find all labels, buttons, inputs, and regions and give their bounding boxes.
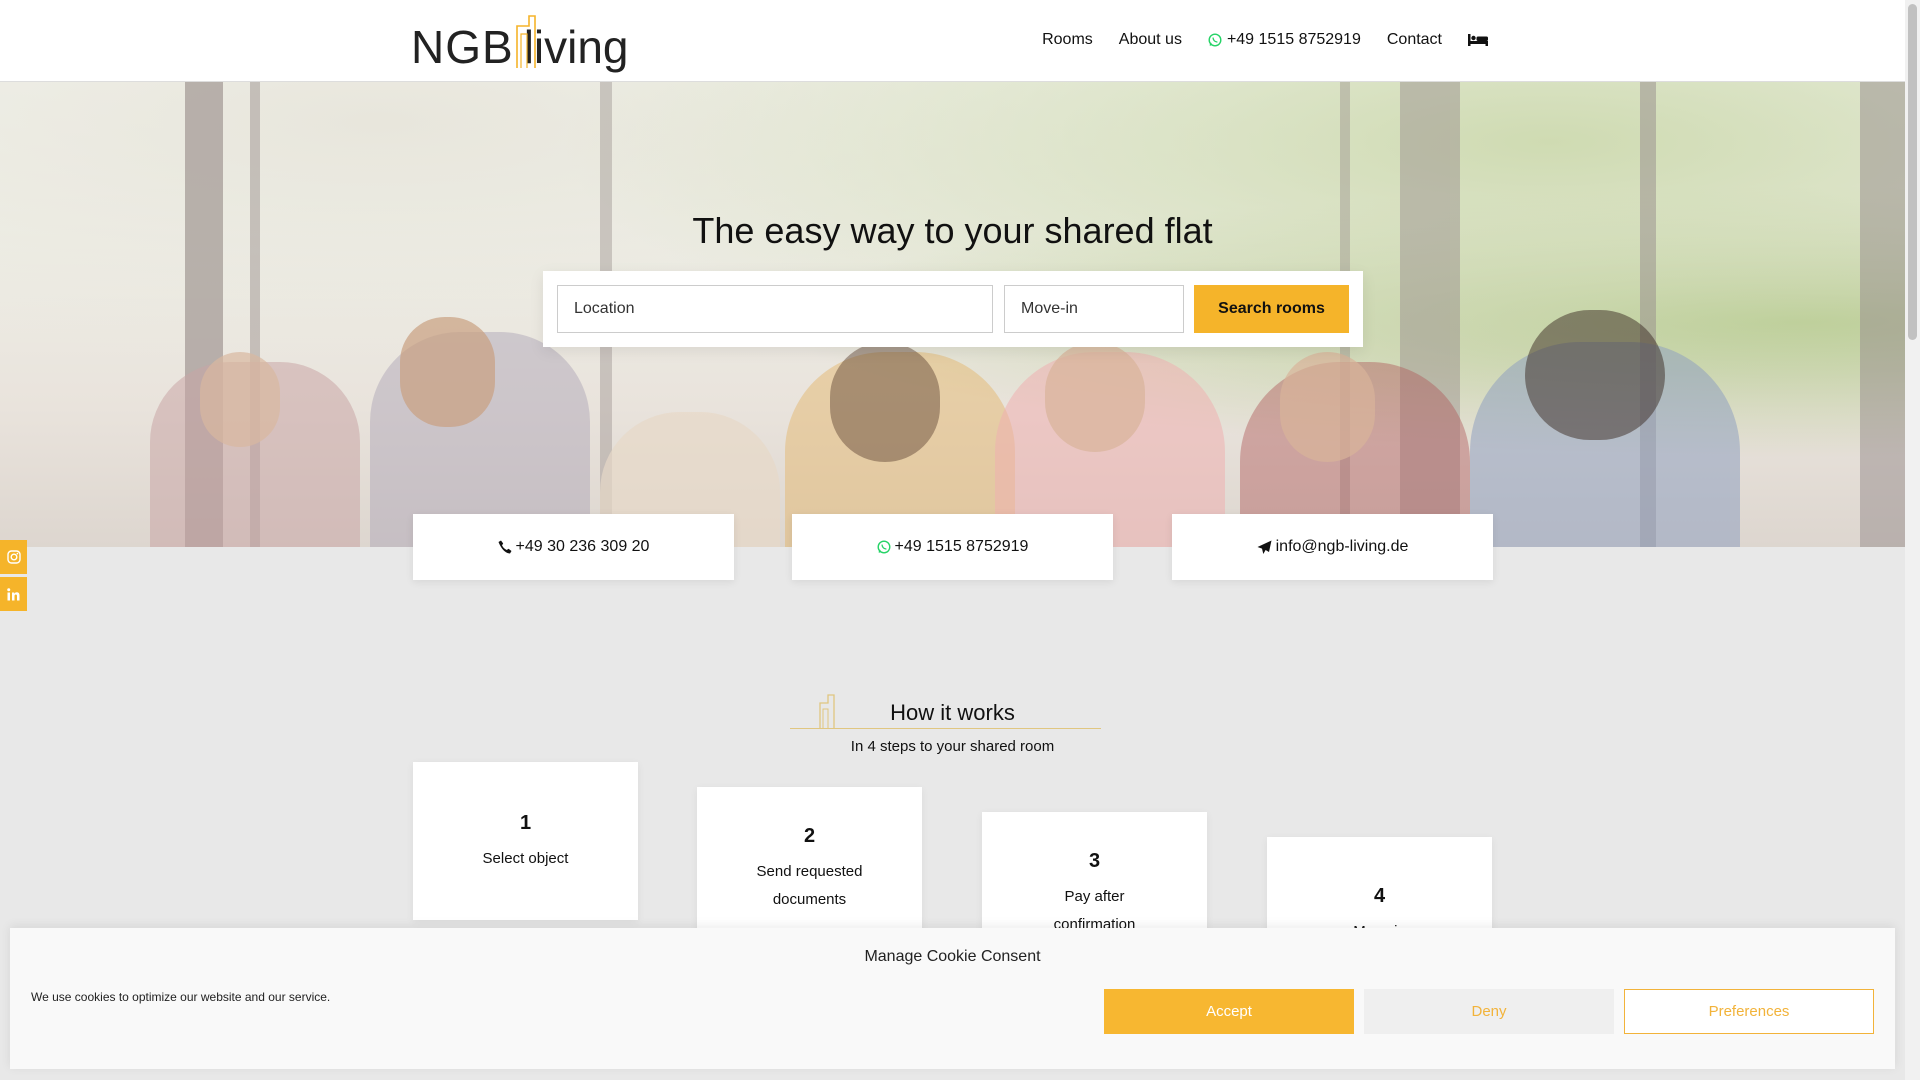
step-text: Select object bbox=[482, 850, 569, 867]
section-divider bbox=[790, 728, 1101, 729]
linkedin-icon bbox=[7, 587, 20, 600]
step-card: 1 Select object bbox=[413, 762, 638, 920]
main-nav: Rooms About us +49 1515 8752919 Contact bbox=[1016, 31, 1493, 49]
location-input[interactable] bbox=[557, 285, 993, 333]
search-rooms-button[interactable]: Search rooms bbox=[1194, 285, 1349, 333]
scrollbar-thumb[interactable] bbox=[1908, 4, 1917, 340]
page-scrollbar[interactable] bbox=[1905, 0, 1920, 1080]
building-logo-icon bbox=[516, 15, 536, 68]
logo-ngb-text: NGB bbox=[411, 21, 514, 73]
site-header: NGB living Rooms About us +49 1515 87529… bbox=[0, 0, 1905, 82]
nav-bed[interactable] bbox=[1468, 33, 1493, 47]
whatsapp-icon bbox=[877, 540, 891, 554]
contact-card-email[interactable]: info@ngb-living.de bbox=[1172, 514, 1493, 580]
whatsapp-icon bbox=[1208, 33, 1222, 47]
step-text: Send requested documents bbox=[756, 863, 863, 908]
instagram-icon bbox=[6, 550, 21, 564]
paper-plane-icon bbox=[1257, 540, 1272, 554]
contact-card-whatsapp[interactable]: +49 1515 8752919 bbox=[792, 514, 1113, 580]
nav-contact-label: Contact bbox=[1386, 31, 1442, 48]
move-in-input[interactable] bbox=[1004, 285, 1184, 333]
hero-section: The easy way to your shared flat Search … bbox=[0, 82, 1905, 547]
step-number: 2 bbox=[803, 825, 816, 847]
nav-whatsapp[interactable]: +49 1515 8752919 bbox=[1208, 31, 1361, 49]
cookie-title: Manage Cookie Consent bbox=[864, 948, 1041, 965]
nav-contact[interactable]: Contact bbox=[1387, 31, 1442, 49]
cookie-deny-button[interactable]: Deny bbox=[1364, 989, 1614, 1034]
nav-rooms[interactable]: Rooms bbox=[1042, 31, 1093, 49]
hero-title: The easy way to your shared flat bbox=[692, 210, 1213, 251]
bed-icon bbox=[1468, 34, 1488, 46]
how-it-works-subtitle: In 4 steps to your shared room bbox=[850, 738, 1055, 755]
instagram-link[interactable] bbox=[0, 540, 27, 574]
nav-rooms-label: Rooms bbox=[1042, 31, 1093, 48]
contact-email-label: info@ngb-living.de bbox=[1275, 538, 1409, 555]
logo[interactable]: NGB living bbox=[411, 10, 643, 70]
step-number: 3 bbox=[1088, 850, 1101, 872]
nav-about[interactable]: About us bbox=[1119, 31, 1182, 49]
cookie-accept-button[interactable]: Accept bbox=[1104, 989, 1354, 1034]
search-form: Search rooms bbox=[543, 271, 1363, 347]
cookie-text: We use cookies to optimize our website a… bbox=[31, 990, 331, 1004]
contact-card-phone[interactable]: +49 30 236 309 20 bbox=[413, 514, 734, 580]
linkedin-link[interactable] bbox=[0, 577, 27, 611]
cookie-consent-banner: Manage Cookie Consent We use cookies to … bbox=[10, 928, 1895, 1069]
how-it-works-title: How it works bbox=[890, 700, 1015, 725]
nav-whatsapp-label: +49 1515 8752919 bbox=[1226, 31, 1361, 48]
nav-about-label: About us bbox=[1118, 31, 1182, 48]
contact-phone-label: +49 30 236 309 20 bbox=[515, 538, 650, 555]
cookie-preferences-button[interactable]: Preferences bbox=[1624, 989, 1874, 1034]
step-number: 1 bbox=[519, 812, 532, 834]
phone-icon bbox=[498, 540, 512, 554]
contact-whatsapp-label: +49 1515 8752919 bbox=[894, 538, 1029, 555]
step-number: 4 bbox=[1373, 885, 1386, 907]
